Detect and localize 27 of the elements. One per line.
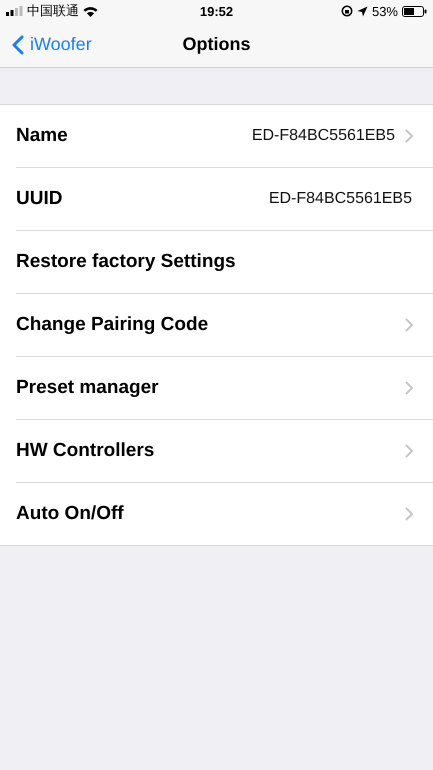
option-label: UUID <box>16 188 64 210</box>
signal-icon <box>6 6 23 16</box>
back-chevron-icon <box>12 34 24 54</box>
rotation-lock-icon <box>340 5 353 17</box>
battery-icon <box>402 6 427 16</box>
battery-percent: 53% <box>372 4 398 18</box>
option-row[interactable]: Preset manager <box>16 357 433 420</box>
option-row[interactable]: Name ED-F84BC5561EB5 <box>16 105 433 168</box>
option-label: Name <box>16 125 69 147</box>
option-row[interactable]: Restore factory Settings <box>16 231 433 294</box>
option-label: Auto On/Off <box>16 503 125 525</box>
option-label: Preset manager <box>16 377 160 399</box>
option-row[interactable]: Auto On/Off <box>16 483 433 545</box>
clock-time: 19:52 <box>200 4 234 18</box>
carrier-name: 中国联通 <box>27 2 79 20</box>
location-icon <box>356 6 368 16</box>
option-label: Restore factory Settings <box>16 251 237 273</box>
back-button[interactable]: iWoofer <box>12 22 92 67</box>
option-row[interactable]: UUID ED-F84BC5561EB5 <box>16 168 433 231</box>
option-value: ED-F84BC5561EB5 <box>268 190 412 208</box>
page-title: Options <box>182 34 250 55</box>
option-row[interactable]: Change Pairing Code <box>16 294 433 357</box>
option-label: HW Controllers <box>16 440 156 462</box>
wifi-icon <box>83 6 98 16</box>
option-row[interactable]: HW Controllers <box>16 420 433 483</box>
option-label: Change Pairing Code <box>16 314 210 336</box>
option-value: ED-F84BC5561EB5 <box>252 127 395 145</box>
